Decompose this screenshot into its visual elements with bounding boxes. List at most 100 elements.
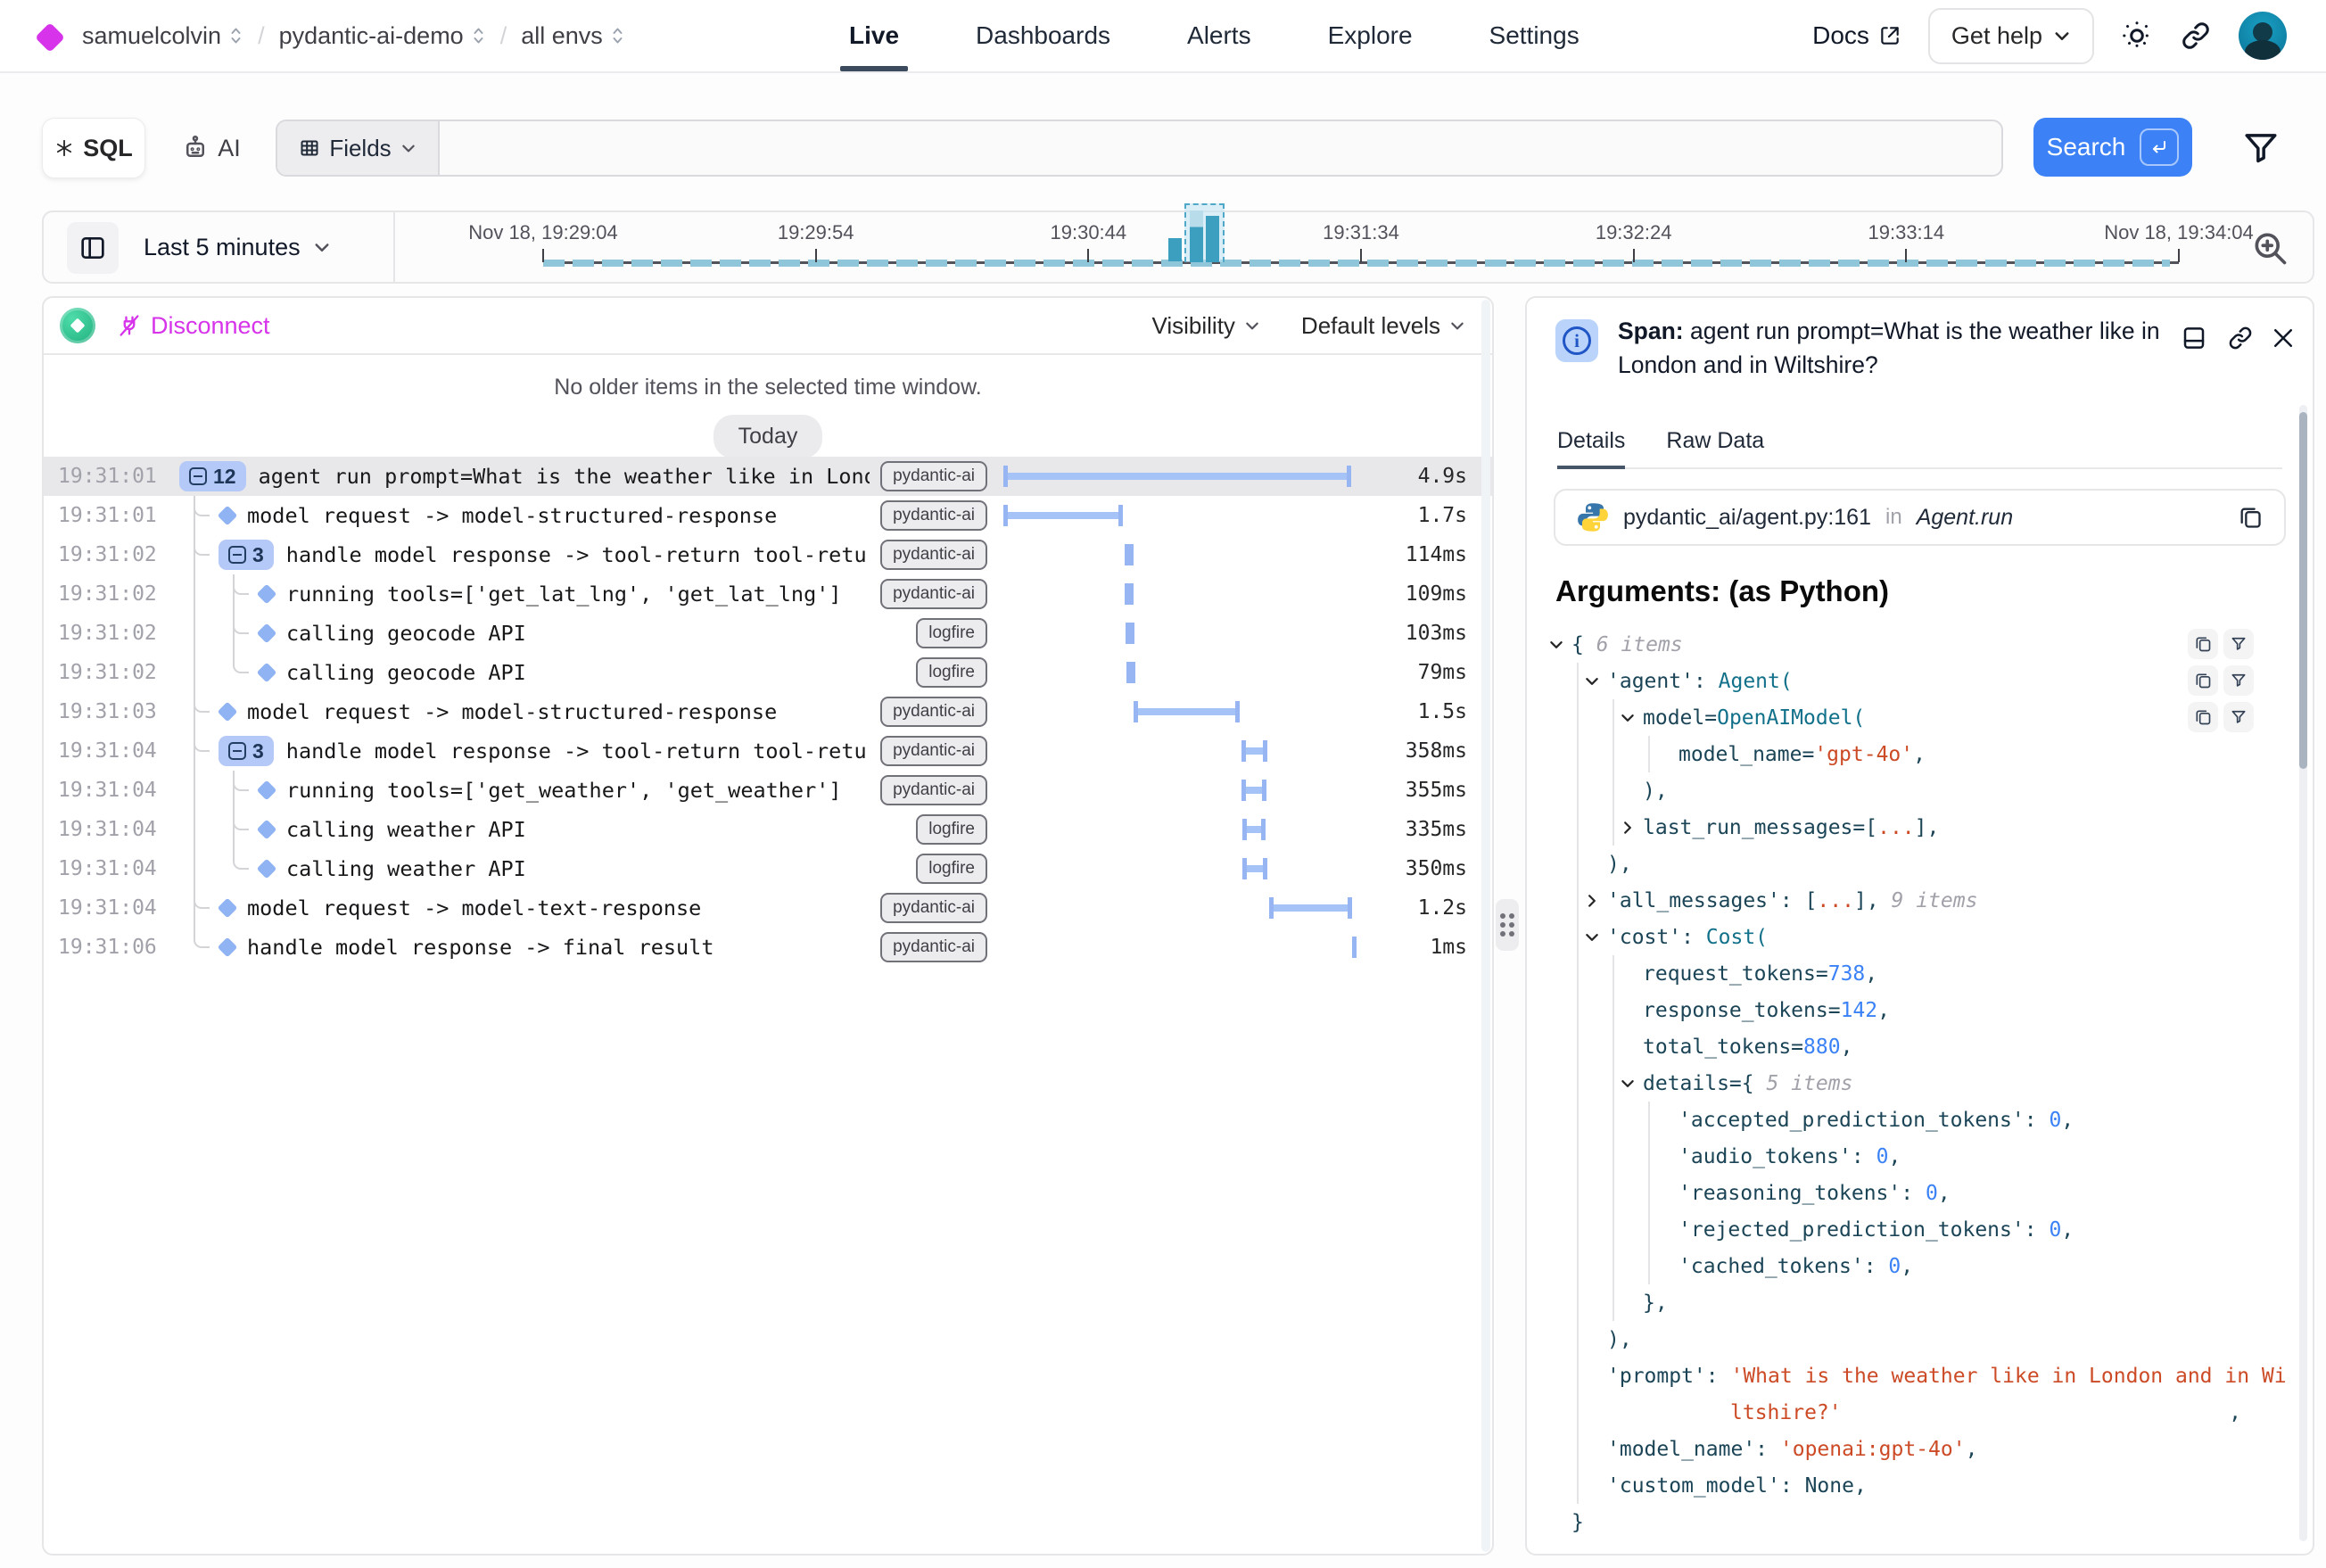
nav-tab-explore[interactable]: Explore — [1328, 0, 1413, 71]
sidebar-toggle-button[interactable] — [67, 222, 119, 274]
chevron-down-icon[interactable] — [1620, 710, 1636, 726]
avatar[interactable] — [2239, 12, 2287, 60]
close-icon[interactable] — [2270, 325, 2297, 351]
time-range-dropdown[interactable]: Last 5 minutes — [144, 212, 331, 282]
collapse-toggle[interactable]: 3 — [219, 540, 274, 570]
chevron-down-icon — [2053, 27, 2071, 45]
trace-row[interactable]: 19:31:01model request -> model-structure… — [44, 496, 1492, 535]
timeline-histogram[interactable] — [1168, 203, 1225, 261]
trace-row[interactable]: 19:31:06handle model response -> final r… — [44, 928, 1492, 967]
chevron-right-icon[interactable] — [1584, 893, 1600, 909]
chevron-down-icon[interactable] — [1548, 637, 1564, 653]
breadcrumb-item[interactable]: all envs — [521, 22, 625, 50]
nav-tab-alerts[interactable]: Alerts — [1187, 0, 1251, 71]
disconnect-button[interactable]: Disconnect — [117, 312, 270, 340]
trace-row[interactable]: 19:31:03model request -> model-structure… — [44, 692, 1492, 731]
search-button-label: Search — [2047, 133, 2126, 161]
span-title-prefix: Span: — [1618, 318, 1684, 344]
trace-row[interactable]: 19:31:04calling weather APIlogfire350ms — [44, 849, 1492, 888]
breadcrumb-label: samuelcolvin — [82, 22, 221, 50]
nav-tabs: Live Dashboards Alerts Explore Settings — [849, 0, 1580, 71]
chevron-down-icon[interactable] — [1620, 1076, 1636, 1092]
breadcrumb-label: pydantic-ai-demo — [279, 22, 464, 50]
filter-funnel-icon[interactable] — [2223, 702, 2254, 732]
chevron-right-icon[interactable] — [1620, 820, 1636, 836]
trace-row-label: running tools=['get_lat_lng', 'get_lat_l… — [286, 582, 842, 607]
trace-row[interactable]: 19:31:02calling geocode APIlogfire79ms — [44, 653, 1492, 692]
scope-badge[interactable]: pydantic-ai — [880, 736, 987, 766]
detail-scrollbar-thumb[interactable] — [2299, 412, 2307, 769]
copy-icon[interactable] — [2188, 702, 2218, 732]
trace-row-badge-col: pydantic-ai — [870, 736, 987, 766]
copy-icon[interactable] — [2188, 629, 2218, 659]
logfire-logo-icon[interactable] — [35, 22, 65, 53]
chevron-down-icon[interactable] — [1584, 673, 1600, 689]
trace-row[interactable]: 19:31:02calling geocode APIlogfire103ms — [44, 614, 1492, 653]
code-guide-line — [1577, 736, 1579, 772]
duration-track — [1002, 496, 1380, 535]
code-guide-line — [1613, 772, 1614, 809]
copy-icon[interactable] — [2238, 505, 2263, 530]
histogram-selection[interactable] — [1184, 203, 1225, 262]
filter-funnel-icon[interactable] — [2223, 665, 2254, 696]
scope-badge[interactable]: pydantic-ai — [880, 500, 987, 531]
copy-link-icon[interactable] — [2180, 20, 2212, 52]
tab-details[interactable]: Details — [1557, 428, 1625, 467]
scope-badge[interactable]: pydantic-ai — [880, 461, 987, 491]
trace-row[interactable]: 19:31:023handle model response -> tool-r… — [44, 535, 1492, 574]
chevron-down-icon[interactable] — [1584, 929, 1600, 945]
collapse-toggle[interactable]: 3 — [219, 736, 274, 766]
timeline[interactable]: Nov 18, 19:29:0419:29:5419:30:4419:31:34… — [418, 212, 2206, 282]
nav-tab-settings[interactable]: Settings — [1489, 0, 1580, 71]
scope-badge[interactable]: pydantic-ai — [880, 893, 987, 923]
scope-badge[interactable]: logfire — [916, 657, 987, 688]
trace-row[interactable]: 19:31:043handle model response -> tool-r… — [44, 731, 1492, 771]
trace-row[interactable]: 19:31:04model request -> model-text-resp… — [44, 888, 1492, 928]
trace-row-tree: 12agent run prompt=What is the weather l… — [163, 457, 870, 496]
breadcrumb-item[interactable]: samuelcolvin — [82, 22, 243, 50]
trace-row[interactable]: 19:31:04calling weather APIlogfire335ms — [44, 810, 1492, 849]
sql-mode-button[interactable]: SQL — [42, 118, 145, 178]
scope-badge[interactable]: pydantic-ai — [880, 579, 987, 609]
source-file[interactable]: pydantic_ai/agent.py:161 — [1623, 505, 1871, 531]
nav-tab-live[interactable]: Live — [849, 0, 899, 71]
filter-funnel-icon[interactable] — [2223, 629, 2254, 659]
tab-raw-data[interactable]: Raw Data — [1666, 428, 1764, 467]
panel-resize-handle[interactable] — [1496, 899, 1519, 951]
scope-badge[interactable]: pydantic-ai — [880, 540, 987, 570]
span-diamond-icon — [218, 506, 238, 526]
trace-row[interactable]: 19:31:02running tools=['get_lat_lng', 'g… — [44, 574, 1492, 614]
today-button[interactable]: Today — [713, 415, 823, 458]
trace-scrollbar[interactable] — [1481, 300, 1490, 1552]
get-help-button[interactable]: Get help — [1928, 8, 2094, 64]
scope-badge[interactable]: logfire — [916, 814, 987, 845]
scope-badge[interactable]: pydantic-ai — [880, 932, 987, 962]
collapse-toggle[interactable]: 12 — [179, 461, 246, 491]
theme-sun-icon[interactable] — [2121, 20, 2153, 52]
visibility-dropdown[interactable]: Visibility — [1151, 312, 1259, 340]
scope-badge[interactable]: logfire — [916, 618, 987, 648]
search-button[interactable]: Search — [2033, 118, 2192, 177]
search-query-input[interactable] — [440, 121, 2001, 175]
breadcrumb-item[interactable]: pydantic-ai-demo — [279, 22, 486, 50]
copy-icon[interactable] — [2188, 665, 2218, 696]
fields-button[interactable]: Fields — [277, 121, 440, 175]
duration-bar — [1126, 623, 1134, 644]
docs-label: Docs — [1812, 21, 1869, 50]
trace-row-content: 3handle model response -> tool-return to… — [163, 540, 870, 570]
default-levels-dropdown[interactable]: Default levels — [1301, 312, 1465, 340]
scope-badge[interactable]: pydantic-ai — [880, 697, 987, 727]
scope-badge[interactable]: pydantic-ai — [880, 775, 987, 805]
trace-row[interactable]: 19:31:0112agent run prompt=What is the w… — [44, 457, 1492, 496]
nav-tab-dashboards[interactable]: Dashboards — [976, 0, 1110, 71]
filter-funnel-icon[interactable] — [2242, 128, 2280, 166]
code-text: 'rejected_prediction_tokens': 0, — [1679, 1218, 2074, 1242]
copy-link-icon[interactable] — [2227, 325, 2254, 351]
trace-row-duration: 355ms — [1394, 779, 1492, 802]
dock-panel-icon[interactable] — [2181, 325, 2207, 351]
docs-link[interactable]: Docs — [1812, 21, 1901, 50]
scope-badge[interactable]: logfire — [916, 854, 987, 884]
trace-row[interactable]: 19:31:04running tools=['get_weather', 'g… — [44, 771, 1492, 810]
ai-mode-button[interactable]: AI — [167, 118, 256, 178]
zoom-in-icon[interactable] — [2250, 228, 2289, 268]
